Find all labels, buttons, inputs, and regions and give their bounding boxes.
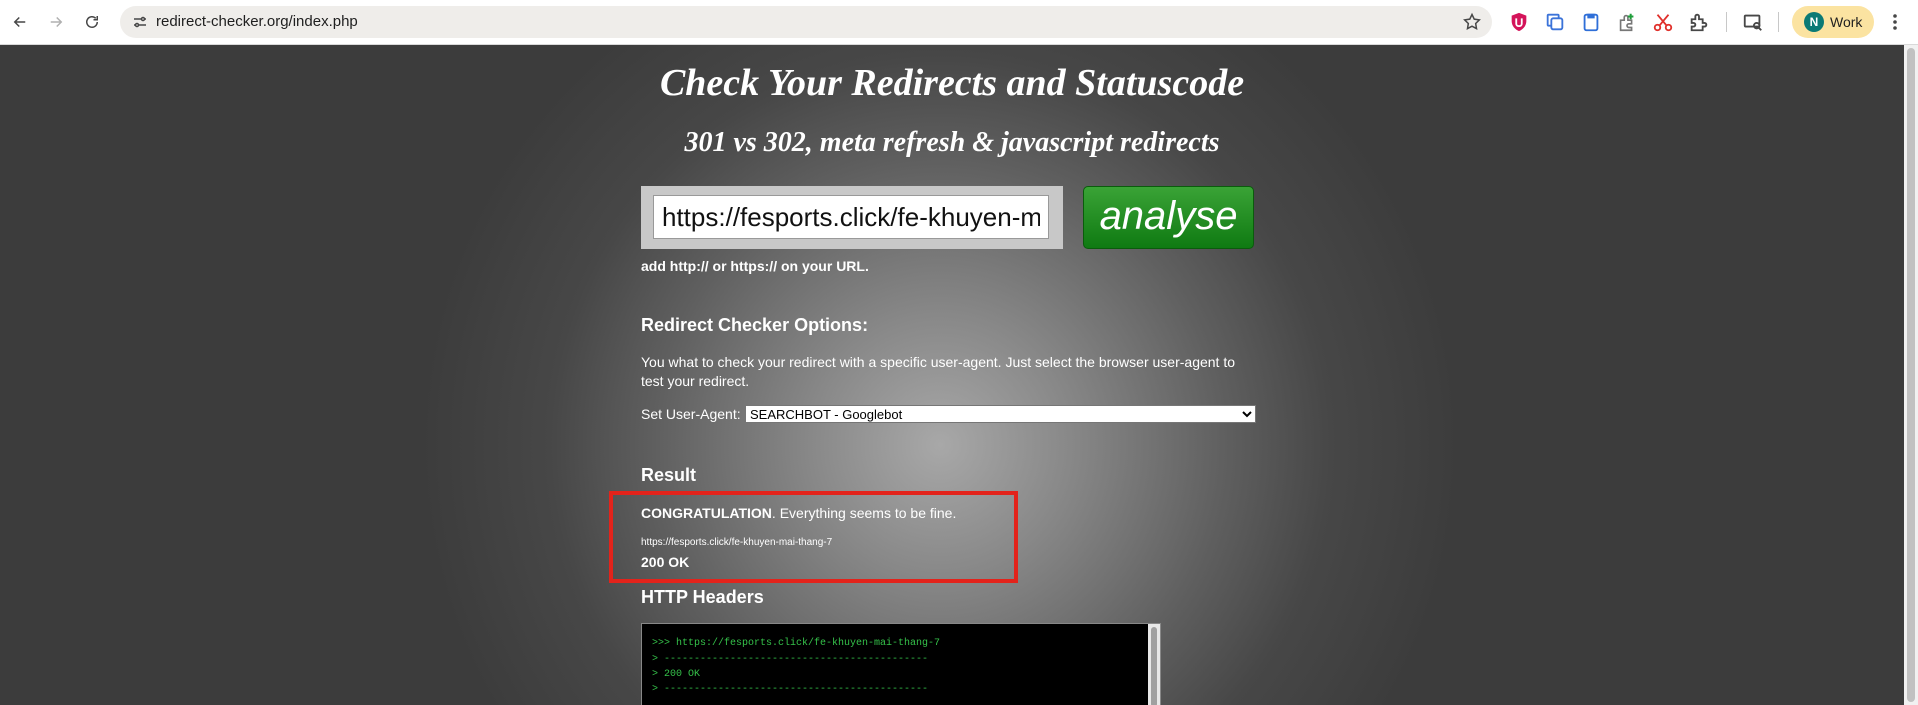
terminal-line: > --------------------------------------… <box>652 684 929 695</box>
analyse-button[interactable]: analyse <box>1083 186 1254 249</box>
page-scrollbar[interactable] <box>1904 45 1918 705</box>
page-subtitle: 301 vs 302, meta refresh & javascript re… <box>684 127 1220 158</box>
page-scroll-thumb[interactable] <box>1907 48 1915 702</box>
reload-icon[interactable] <box>80 10 104 34</box>
http-headers-terminal[interactable]: >>> https://fesports.click/fe-khuyen-mai… <box>641 623 1161 705</box>
site-settings-icon[interactable] <box>131 13 149 31</box>
terminal-scrollbar[interactable] <box>1148 624 1160 705</box>
result-highlight-box: CONGRATULATION. Everything seems to be f… <box>609 491 1018 583</box>
terminal-line: >>> https://fesports.click/fe-khuyen-mai… <box>652 638 941 649</box>
clipboard-extension-icon[interactable] <box>1580 11 1602 33</box>
scissors-extension-icon[interactable] <box>1652 11 1674 33</box>
browser-toolbar: redirect-checker.org/index.php N Work <box>0 0 1918 45</box>
result-message: CONGRATULATION. Everything seems to be f… <box>641 505 956 521</box>
user-agent-select[interactable]: SEARCHBOT - Googlebot <box>745 405 1256 423</box>
result-strong: CONGRATULATION <box>641 505 772 521</box>
tab-search-icon[interactable] <box>1742 11 1764 33</box>
options-title: Redirect Checker Options: <box>641 315 869 335</box>
browser-menu-icon[interactable] <box>1886 11 1904 33</box>
bookmark-star-icon[interactable] <box>1462 12 1482 32</box>
result-url: https://fesports.click/fe-khuyen-mai-tha… <box>641 537 833 548</box>
toolbar-divider <box>1778 12 1779 32</box>
url-input-frame <box>641 186 1063 249</box>
result-title: Result <box>641 465 697 485</box>
result-text: . Everything seems to be fine. <box>771 505 957 521</box>
terminal-line: > 200 OK <box>652 669 701 680</box>
page-title: Check Your Redirects and Statuscode <box>659 62 1245 104</box>
extensions-puzzle-icon[interactable] <box>1688 11 1710 33</box>
terminal-line: > --------------------------------------… <box>652 654 929 665</box>
page-content: Check Your Redirects and Statuscode 301 … <box>0 45 1904 705</box>
copy-extension-icon[interactable] <box>1544 11 1566 33</box>
profile-button[interactable]: N Work <box>1792 6 1874 38</box>
address-url: redirect-checker.org/index.php <box>156 13 358 30</box>
url-input[interactable] <box>653 195 1049 239</box>
forward-icon[interactable] <box>44 10 68 34</box>
url-hint: add http:// or https:// on your URL. <box>641 258 869 274</box>
result-status: 200 OK <box>641 554 690 570</box>
back-icon[interactable] <box>8 10 32 34</box>
address-bar[interactable]: redirect-checker.org/index.php <box>120 6 1492 38</box>
puzzle-plus-extension-icon[interactable] <box>1616 11 1638 33</box>
toolbar-divider <box>1726 12 1727 32</box>
profile-avatar: N <box>1804 12 1824 32</box>
terminal-scroll-thumb[interactable] <box>1151 627 1157 705</box>
options-description: You what to check your redirect with a s… <box>641 354 1236 389</box>
profile-name: Work <box>1830 14 1863 30</box>
http-headers-title: HTTP Headers <box>641 587 764 607</box>
shield-extension-icon[interactable] <box>1508 11 1530 33</box>
user-agent-label: Set User-Agent: <box>641 406 741 422</box>
